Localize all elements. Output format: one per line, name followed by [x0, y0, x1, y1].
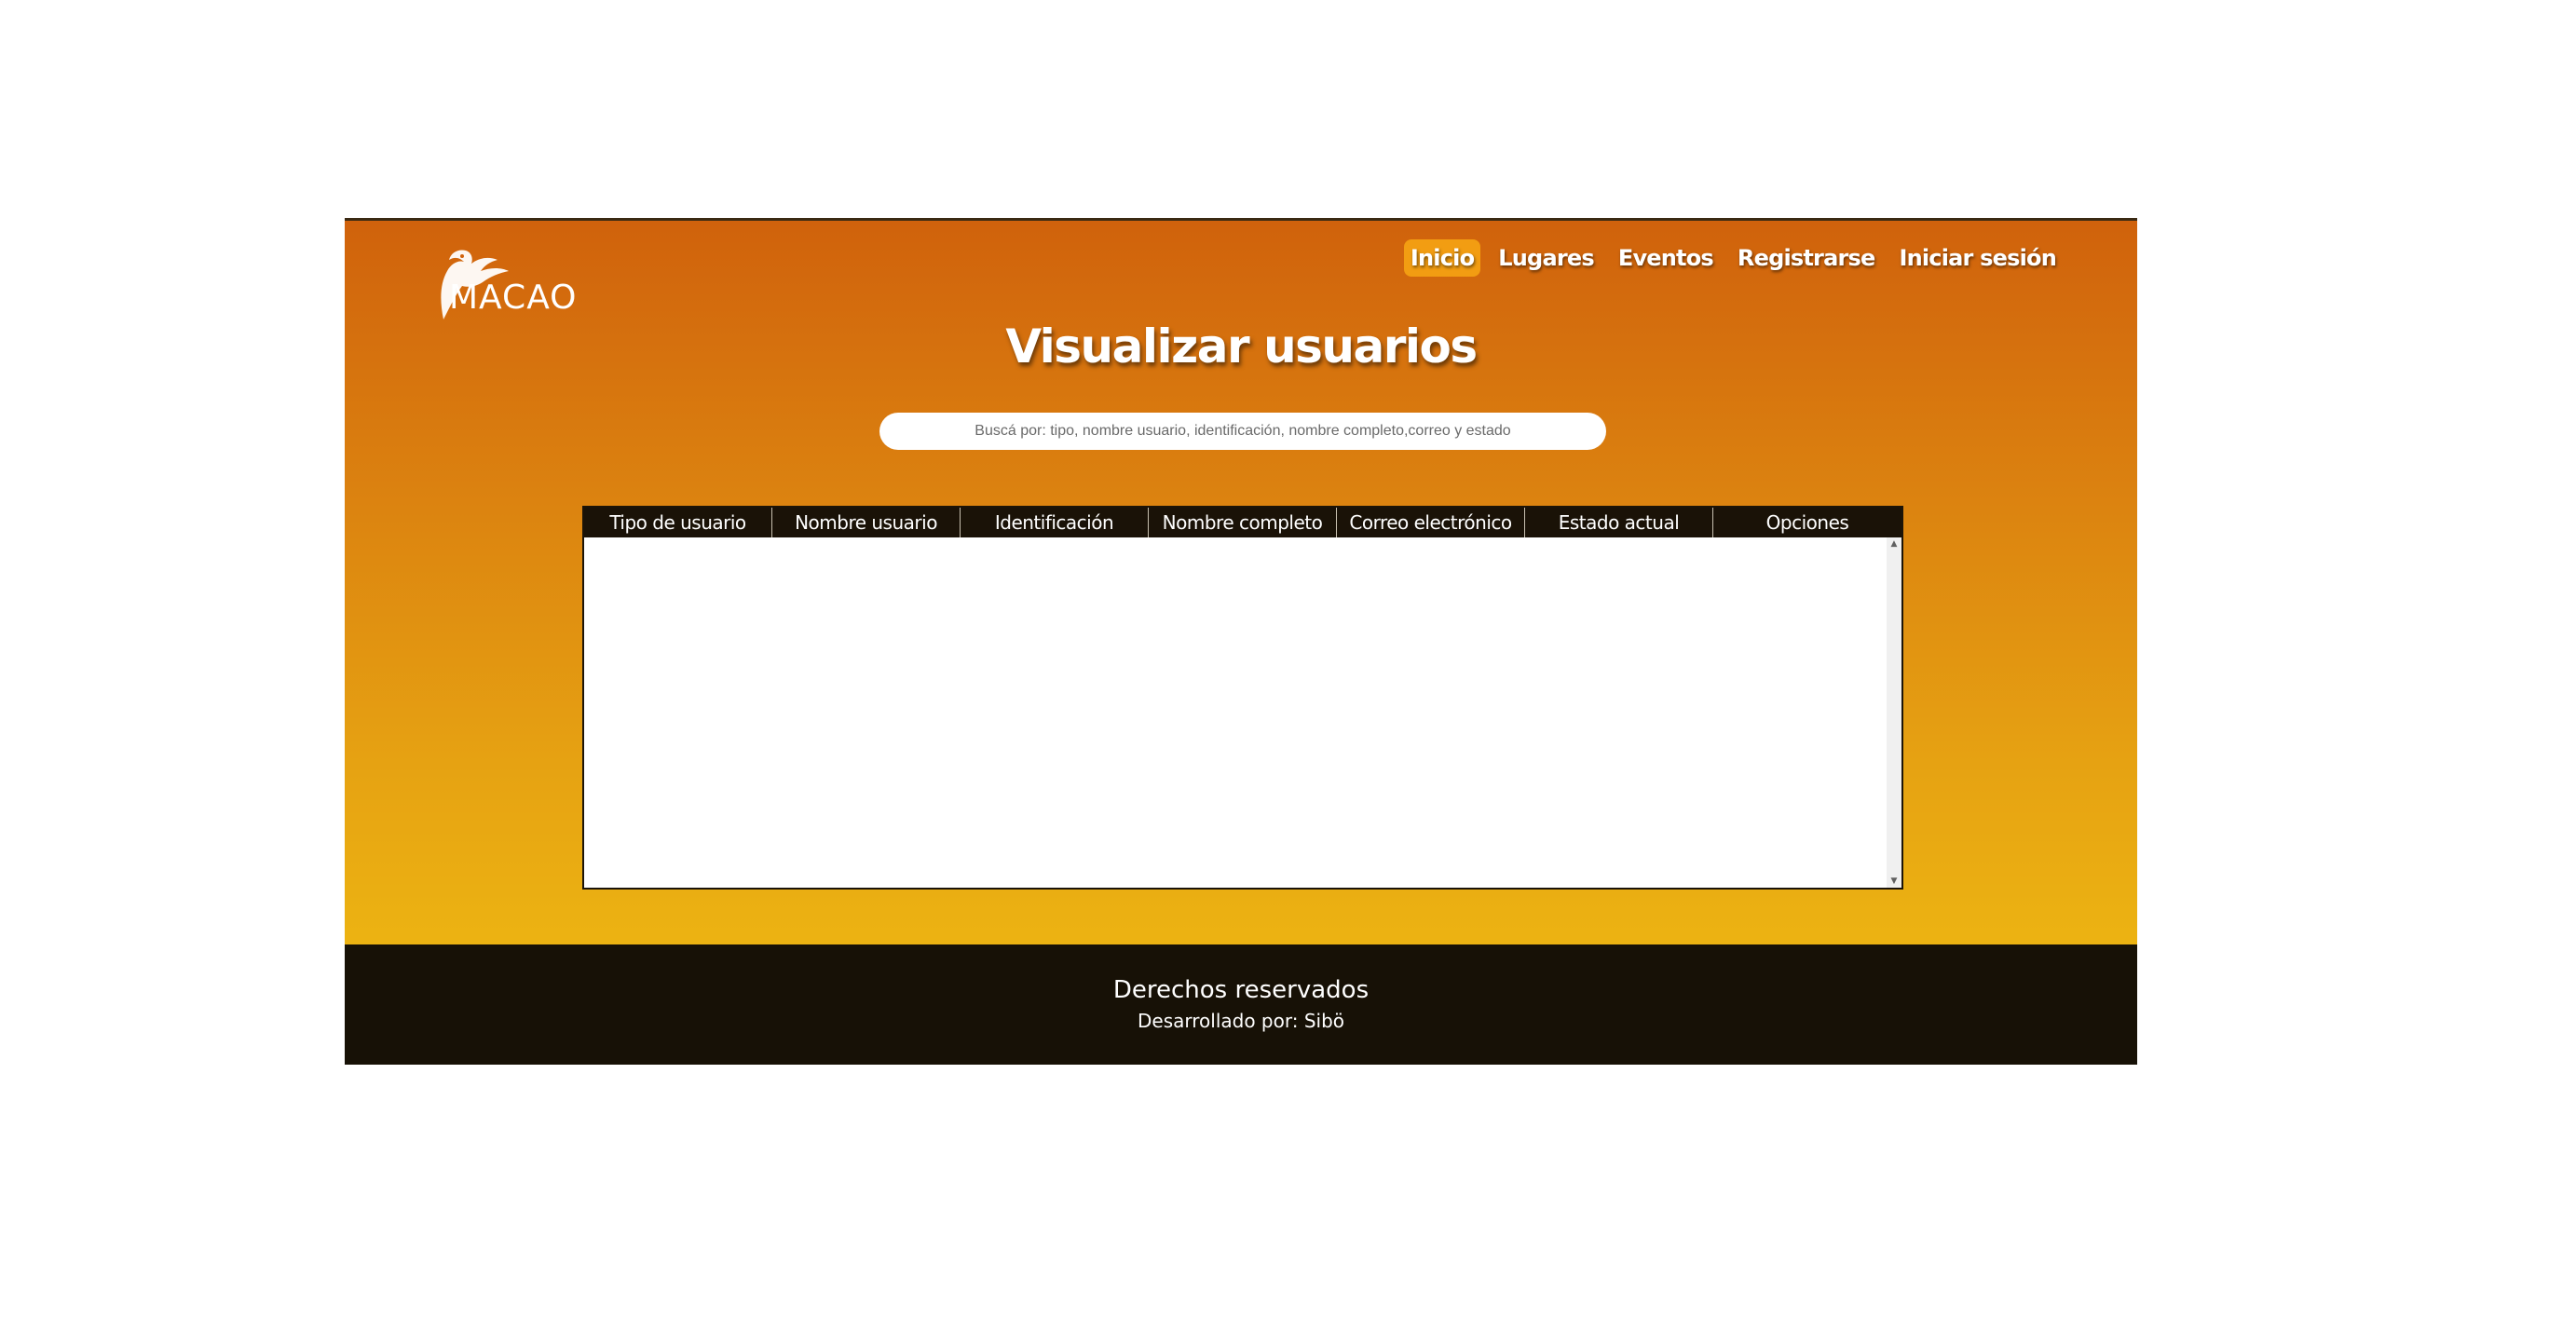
nav-item-lugares[interactable]: Lugares [1492, 239, 1601, 277]
main-nav: Inicio Lugares Eventos Registrarse Inici… [1403, 239, 2063, 277]
column-header-tipo-de-usuario[interactable]: Tipo de usuario [584, 508, 772, 537]
column-header-nombre-completo[interactable]: Nombre completo [1149, 508, 1337, 537]
column-header-opciones[interactable]: Opciones [1713, 508, 1901, 537]
scroll-up-arrow-icon[interactable]: ▲ [1887, 537, 1901, 550]
scroll-down-arrow-icon[interactable]: ▼ [1887, 875, 1901, 888]
nav-item-eventos[interactable]: Eventos [1612, 239, 1720, 277]
hero-section: MACAO Inicio Lugares Eventos Registrarse… [345, 218, 2137, 944]
nav-item-iniciar-sesion[interactable]: Iniciar sesión [1892, 239, 2063, 277]
logo[interactable]: MACAO [430, 236, 589, 319]
page: MACAO Inicio Lugares Eventos Registrarse… [345, 218, 2137, 1065]
footer-credit: Desarrollado por: Sibö [1137, 1010, 1344, 1032]
column-header-correo-electronico[interactable]: Correo electrónico [1337, 508, 1525, 537]
users-table: Tipo de usuario Nombre usuario Identific… [582, 506, 1903, 890]
nav-item-inicio[interactable]: Inicio [1403, 239, 1481, 277]
search-input[interactable] [879, 413, 1606, 450]
logo-text: MACAO [449, 279, 578, 317]
table-scrollbar[interactable]: ▲ ▼ [1887, 537, 1901, 888]
footer: Derechos reservados Desarrollado por: Si… [345, 944, 2137, 1065]
page-title: Visualizar usuarios [1005, 319, 1478, 374]
column-header-nombre-usuario[interactable]: Nombre usuario [772, 508, 961, 537]
table-header: Tipo de usuario Nombre usuario Identific… [584, 508, 1901, 537]
table-body [584, 537, 1887, 888]
footer-title: Derechos reservados [1112, 976, 1370, 1004]
nav-item-registrarse[interactable]: Registrarse [1731, 239, 1882, 277]
column-header-estado-actual[interactable]: Estado actual [1525, 508, 1713, 537]
column-header-identificacion[interactable]: Identificación [961, 508, 1149, 537]
